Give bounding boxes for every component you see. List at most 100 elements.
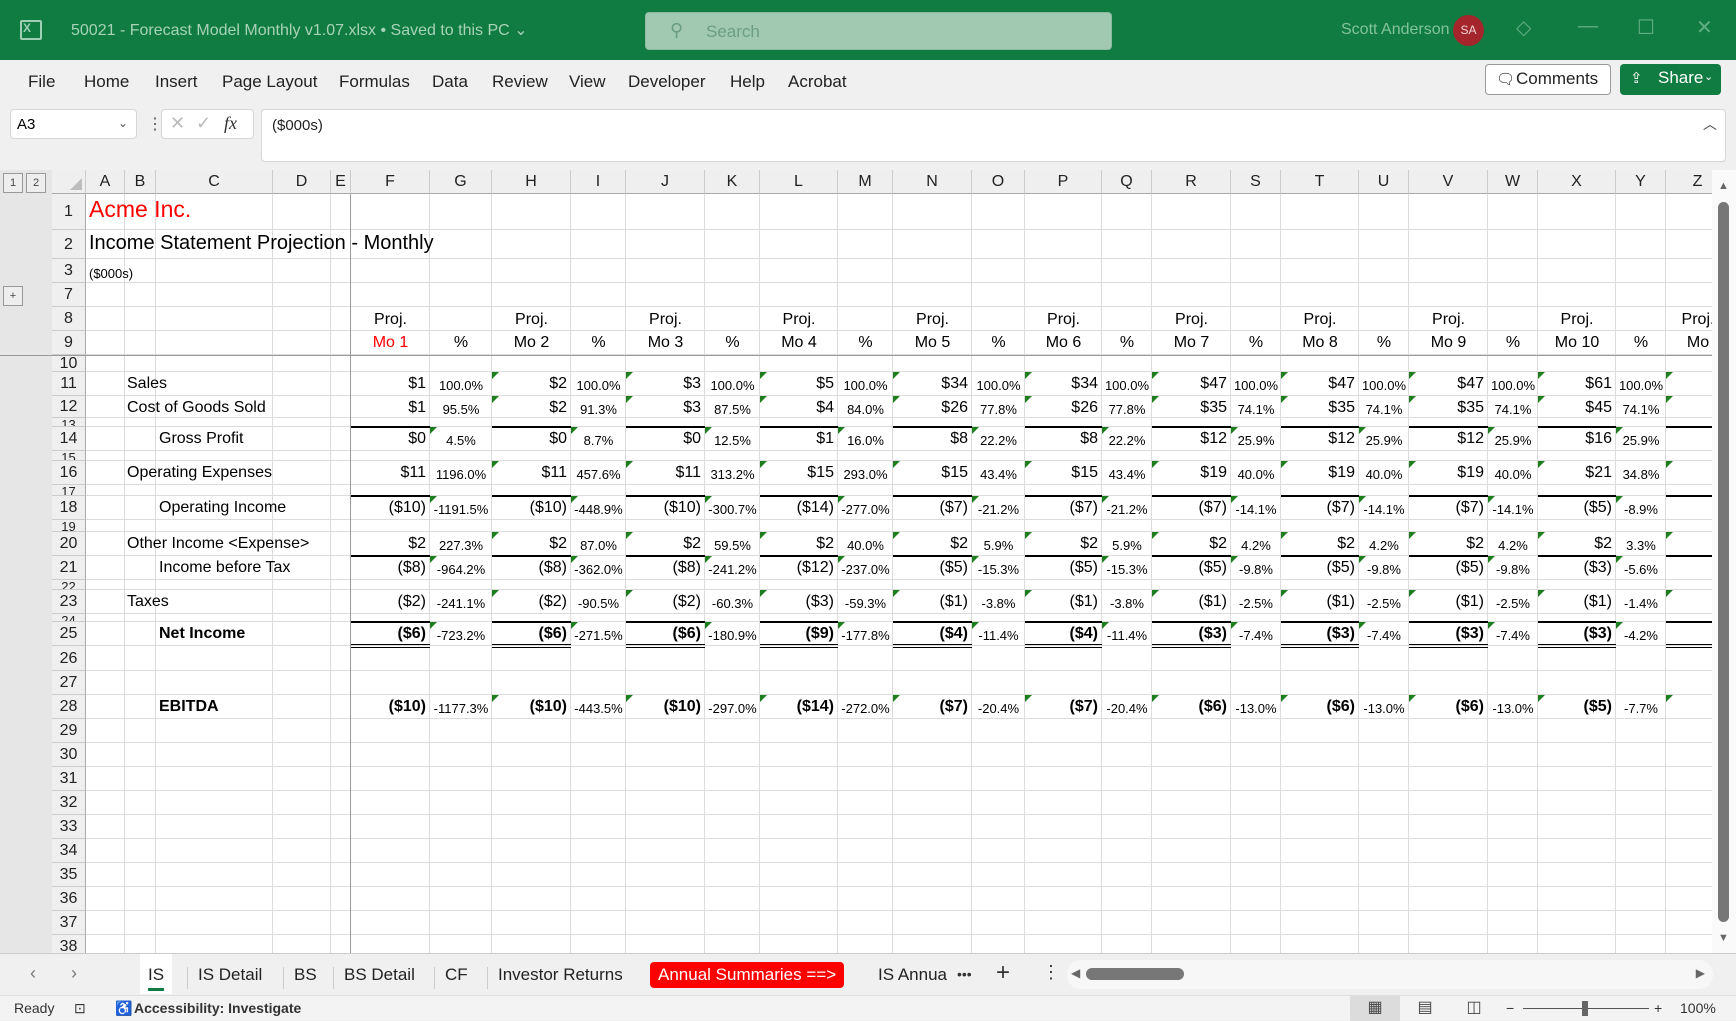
sheet-tab-bs-detail[interactable]: BS Detail [336,962,423,988]
minimize-icon[interactable]: — [1578,15,1598,38]
period-header-proj[interactable]: Proj. [1409,311,1488,329]
value-cell[interactable]: $35 [1281,399,1355,417]
value-cell[interactable]: ($1) [893,593,968,611]
value-cell[interactable]: ($7) [893,499,968,517]
percent-cell[interactable]: -20.4% [1102,701,1152,716]
name-box[interactable]: A3 ⌄ [10,109,137,139]
value-cell[interactable]: $21 [1538,464,1612,482]
column-header-c[interactable]: C [156,170,273,194]
column-header-r[interactable]: R [1152,170,1231,194]
percent-cell[interactable]: 100.0% [571,378,626,393]
outline-level-2-button[interactable]: 2 [26,173,46,193]
value-cell[interactable]: ($12) [760,559,834,577]
percent-cell[interactable]: -1.4% [1616,596,1666,611]
value-cell[interactable]: $2 [492,375,567,393]
row-header-7[interactable]: 7 [52,283,86,307]
percent-cell[interactable]: 74.1% [1359,402,1409,417]
percent-cell[interactable]: -964.2% [430,562,492,577]
line-item-label[interactable]: Operating Income [159,499,286,517]
row-header-16[interactable]: 16 [52,461,86,485]
error-indicator-icon[interactable] [838,496,845,503]
value-cell[interactable]: $34 [1025,375,1098,393]
percent-header[interactable]: % [1102,334,1152,352]
percent-cell[interactable]: -241.1% [430,596,492,611]
value-cell[interactable]: ($2) [351,593,426,611]
value-cell[interactable]: $34 [893,375,968,393]
period-header-proj[interactable]: Proj. [893,311,972,329]
row-header-27[interactable]: 27 [52,671,86,695]
line-item-label[interactable]: Gross Profit [159,430,243,448]
percent-cell[interactable]: -2.5% [1231,596,1281,611]
column-header-l[interactable]: L [760,170,838,194]
period-header-month[interactable]: Mo 4 [760,334,838,352]
vertical-scroll-thumb[interactable] [1718,202,1729,922]
value-cell[interactable]: $45 [1538,399,1612,417]
percent-cell[interactable]: 84.0% [838,402,893,417]
sheet-tab-is-annua[interactable]: IS Annua [870,962,955,988]
percent-cell[interactable]: -7.4% [1231,628,1281,643]
tab-options-icon[interactable]: ⋮ [1042,962,1060,983]
value-cell[interactable]: $12 [1409,430,1484,448]
error-indicator-icon[interactable] [1666,461,1673,468]
zoom-in-icon[interactable]: + [1654,1000,1662,1016]
tab-insert[interactable]: Insert [155,72,198,92]
value-cell[interactable]: ($14) [760,698,834,716]
value-cell[interactable]: $8 [893,430,968,448]
error-indicator-icon[interactable] [705,556,712,563]
value-cell[interactable]: $2 [1538,535,1612,553]
value-cell[interactable]: $2 [1152,535,1227,553]
premium-diamond-icon[interactable]: ◇ [1516,15,1531,40]
column-header-d[interactable]: D [273,170,331,194]
value-cell[interactable]: $11 [351,464,426,482]
value-cell[interactable]: ($4) [893,625,968,643]
expand-group-button[interactable]: + [3,286,23,306]
row-header-2[interactable]: 2 [52,230,86,259]
maximize-icon[interactable]: ☐ [1637,15,1655,40]
value-cell[interactable]: $47 [1281,375,1355,393]
percent-cell[interactable]: 4.2% [1488,538,1538,553]
percent-header[interactable]: % [838,334,893,352]
period-header-month[interactable]: Mo 8 [1281,334,1359,352]
value-cell[interactable]: ($10) [626,499,701,517]
error-indicator-icon[interactable] [1488,556,1495,563]
error-indicator-icon[interactable] [1666,372,1673,379]
percent-header[interactable]: % [430,334,492,352]
percent-cell[interactable]: 25.9% [1359,433,1409,448]
error-indicator-icon[interactable] [1616,427,1623,434]
value-cell[interactable]: ($8) [626,559,701,577]
error-indicator-icon[interactable] [1359,427,1366,434]
value-cell[interactable]: ($5) [1538,698,1612,716]
line-item-label[interactable]: Taxes [127,593,169,611]
percent-cell[interactable]: -20.4% [972,701,1025,716]
percent-cell[interactable]: 34.8% [1616,467,1666,482]
row-header-29[interactable]: 29 [52,719,86,743]
row-header-21[interactable]: 21 [52,556,86,580]
error-indicator-icon[interactable] [1666,695,1673,702]
value-cell[interactable]: ($5) [1281,559,1355,577]
percent-cell[interactable]: -4.2% [1616,628,1666,643]
value-cell[interactable]: ($5) [1025,559,1098,577]
horizontal-scroll-thumb[interactable] [1086,968,1184,980]
percent-cell[interactable]: 25.9% [1616,433,1666,448]
value-cell[interactable]: ($3) [1409,625,1484,643]
share-button[interactable]: ⇪ Share ⌄ [1620,64,1721,95]
percent-cell[interactable]: -14.1% [1488,502,1538,517]
row-header-20[interactable]: 20 [52,532,86,556]
error-indicator-icon[interactable] [1102,622,1109,629]
value-cell[interactable]: $2 [492,399,567,417]
value-cell[interactable]: ($5) [1409,559,1484,577]
zoom-slider-thumb[interactable] [1582,1001,1588,1016]
percent-cell[interactable]: -13.0% [1488,701,1538,716]
period-header-proj[interactable]: Proj. [1152,311,1231,329]
value-cell[interactable]: ($9) [760,625,834,643]
percent-cell[interactable]: 313.2% [705,467,760,482]
value-cell[interactable]: $3 [626,399,701,417]
select-all-button[interactable] [52,170,86,194]
period-header-proj[interactable]: Proj. [1538,311,1616,329]
percent-cell[interactable]: 100.0% [838,378,893,393]
error-indicator-icon[interactable] [1616,556,1623,563]
value-cell[interactable]: $1 [760,430,834,448]
value-cell[interactable]: $19 [1281,464,1355,482]
file-title[interactable]: 50021 - Forecast Model Monthly v1.07.xls… [71,20,528,40]
column-header-w[interactable]: W [1488,170,1538,194]
